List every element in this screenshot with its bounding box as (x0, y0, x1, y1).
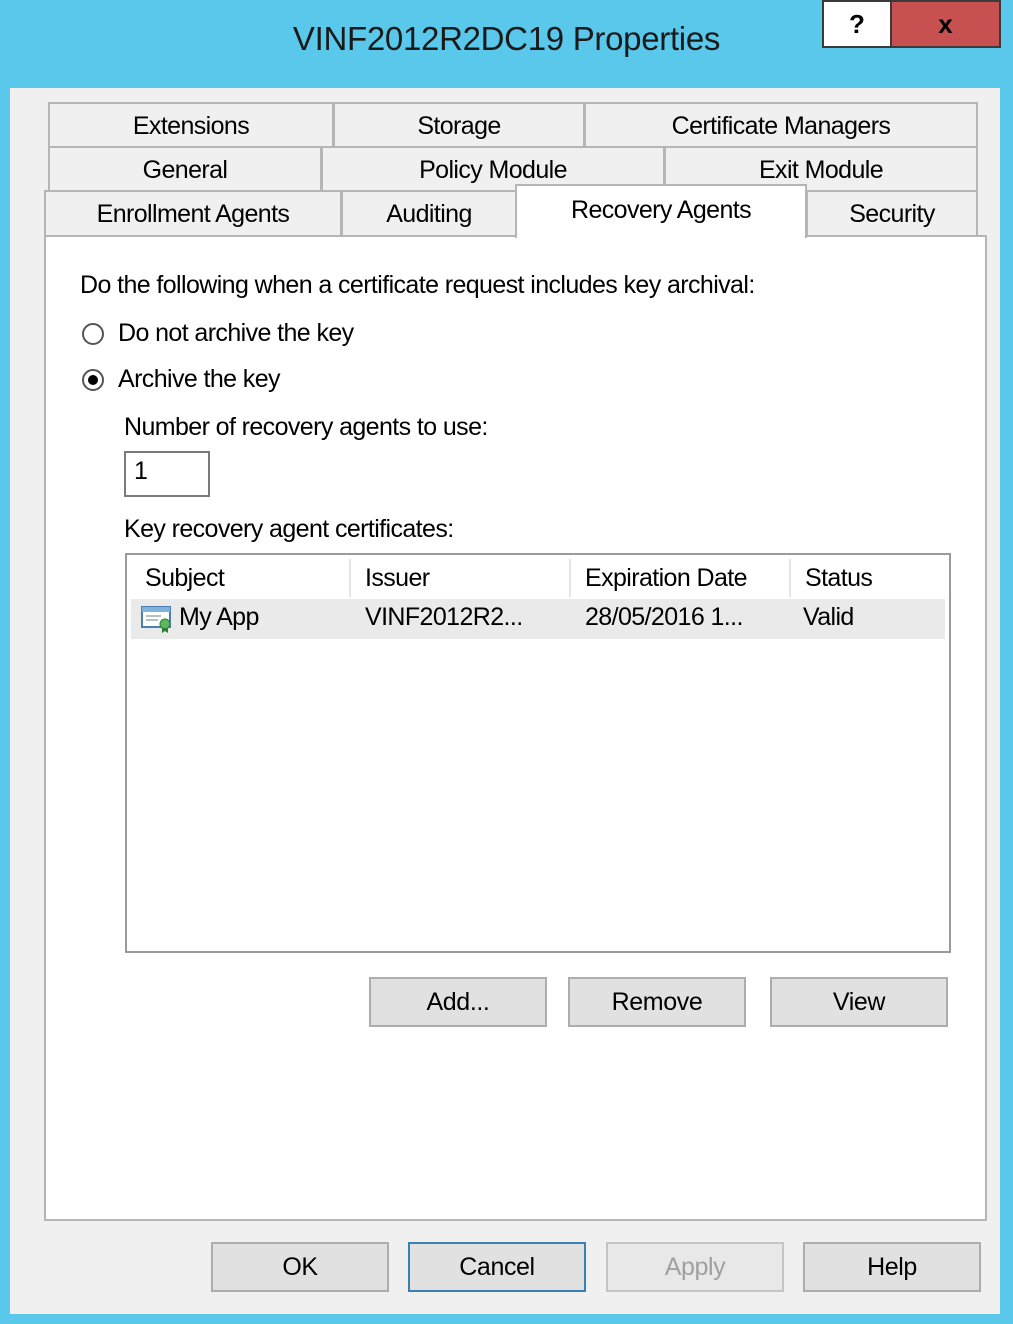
instruction-text: Do the following when a certificate requ… (80, 271, 755, 299)
dialog-client-area: Extensions Storage Certificate Managers … (10, 88, 1000, 1314)
properties-dialog: VINF2012R2DC19 Properties ? x Extensions… (0, 0, 1013, 1324)
apply-button[interactable]: Apply (606, 1242, 784, 1292)
tab-extensions[interactable]: Extensions (48, 102, 334, 148)
certificate-icon (141, 606, 171, 633)
add-button[interactable]: Add... (369, 977, 547, 1027)
cell-subject: My App (179, 603, 259, 631)
ok-button[interactable]: OK (211, 1242, 389, 1292)
recovery-agents-panel: Do the following when a certificate requ… (44, 235, 987, 1221)
cancel-button[interactable]: Cancel (408, 1242, 586, 1292)
help-title-button[interactable]: ? (822, 0, 892, 48)
title-bar[interactable]: VINF2012R2DC19 Properties ? x (0, 0, 1013, 88)
help-button[interactable]: Help (803, 1242, 981, 1292)
remove-button[interactable]: Remove (568, 977, 746, 1027)
column-issuer[interactable]: Issuer (351, 559, 571, 597)
cell-status: Valid (803, 603, 854, 631)
label-do-not-archive[interactable]: Do not archive the key (118, 319, 354, 348)
radio-archive-key[interactable] (82, 369, 104, 391)
tab-auditing[interactable]: Auditing (341, 190, 517, 236)
column-expiration-date[interactable]: Expiration Date (571, 559, 791, 597)
tab-recovery-agents[interactable]: Recovery Agents (515, 184, 807, 238)
radio-do-not-archive[interactable] (82, 323, 104, 345)
tab-certificate-managers[interactable]: Certificate Managers (584, 102, 978, 148)
tab-storage[interactable]: Storage (333, 102, 585, 148)
cell-expiration: 28/05/2016 1... (585, 603, 743, 631)
table-row[interactable]: My App VINF2012R2... 28/05/2016 1... Val… (131, 599, 945, 639)
tab-security[interactable]: Security (806, 190, 978, 236)
tab-enrollment-agents[interactable]: Enrollment Agents (44, 190, 342, 236)
tab-general[interactable]: General (48, 146, 322, 192)
view-button[interactable]: View (770, 977, 948, 1027)
num-agents-input[interactable]: 1 (124, 451, 210, 497)
column-subject[interactable]: Subject (131, 559, 351, 597)
label-archive-key[interactable]: Archive the key (118, 365, 281, 394)
column-status[interactable]: Status (791, 559, 945, 597)
certs-label: Key recovery agent certificates: (124, 515, 454, 543)
cell-issuer: VINF2012R2... (365, 603, 523, 631)
certificates-list[interactable]: Subject Issuer Expiration Date Status My… (125, 553, 951, 953)
close-button[interactable]: x (892, 0, 1001, 48)
num-agents-label: Number of recovery agents to use: (124, 413, 488, 441)
